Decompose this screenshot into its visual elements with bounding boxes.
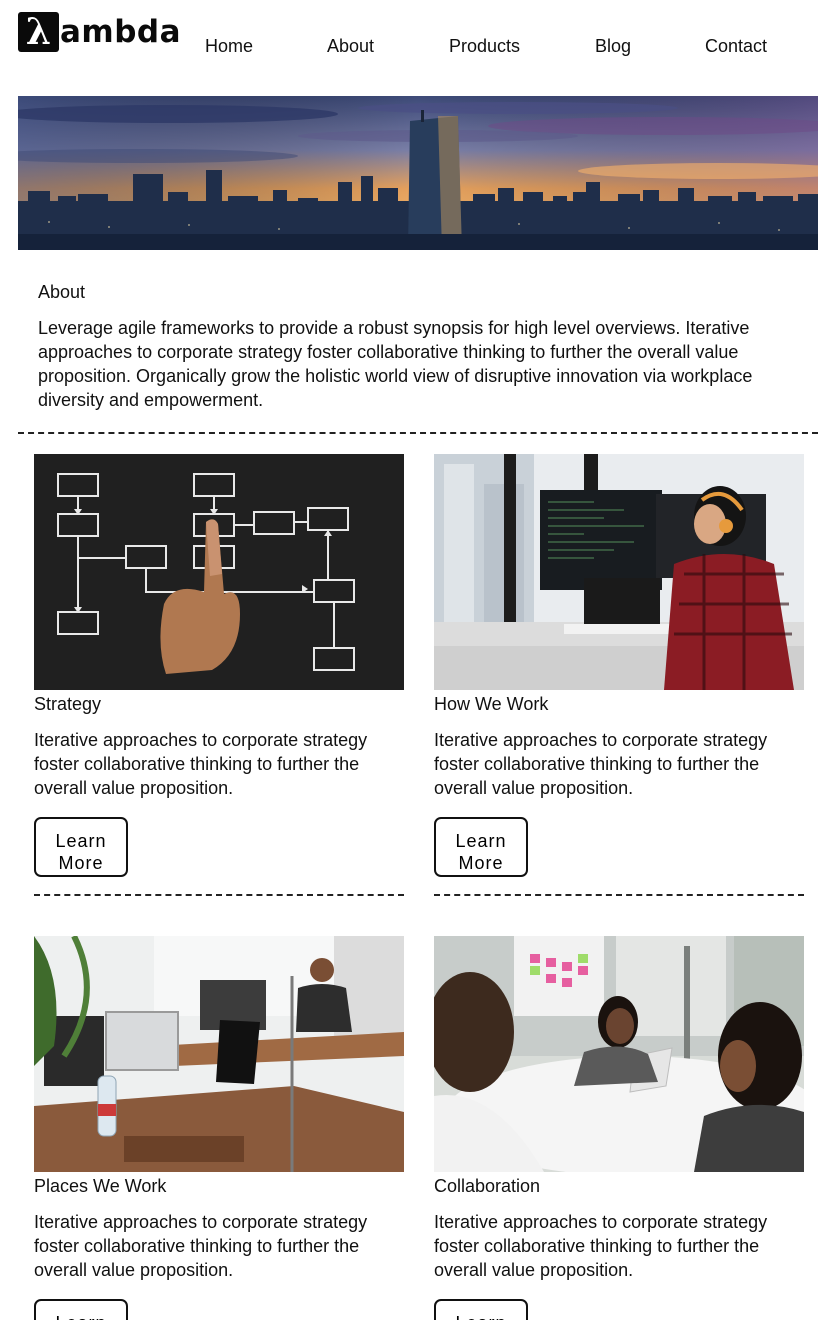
card-title: Places We Work [34, 1176, 167, 1196]
card-title: How We Work [434, 694, 549, 714]
card-strategy: Strategy Iterative approaches to corpora… [34, 454, 404, 896]
nav-home[interactable]: Home [205, 34, 253, 58]
card-text: Iterative approaches to corporate strate… [434, 730, 768, 798]
card-title: Collaboration [434, 1176, 541, 1196]
learn-more-button[interactable]: Learn More [434, 817, 528, 877]
card-image-places-we-work [34, 936, 404, 1172]
nav-about[interactable]: About [327, 34, 374, 58]
card-image-collaboration [434, 936, 804, 1172]
about-heading: About [38, 282, 86, 302]
nav-contact[interactable]: Contact [705, 34, 767, 58]
learn-more-button[interactable]: Learn More [34, 817, 128, 877]
nav-products[interactable]: Products [449, 34, 520, 58]
card-text: Iterative approaches to corporate strate… [34, 1212, 368, 1280]
hero-image [18, 96, 818, 250]
card-collaboration: Collaboration Iterative approaches to co… [434, 936, 804, 1320]
card-how-we-work: How We Work Iterative approaches to corp… [434, 454, 804, 896]
card-places-we-work: Places We Work Iterative approaches to c… [34, 936, 404, 1320]
site-header: λ ambda Home About Products Blog Contact [0, 0, 832, 96]
card-image-strategy [34, 454, 404, 690]
learn-more-button[interactable]: Learn More [34, 1299, 128, 1320]
card-title: Strategy [34, 694, 102, 714]
card-divider [34, 894, 404, 896]
about-text: Leverage agile frameworks to provide a r… [38, 318, 753, 410]
page: λ ambda Home About Products Blog Contact [0, 0, 832, 1320]
card-divider [434, 894, 804, 896]
section-divider [18, 432, 818, 434]
card-image-how-we-work [434, 454, 804, 690]
card-text: Iterative approaches to corporate strate… [34, 730, 368, 798]
nav-blog[interactable]: Blog [595, 34, 631, 58]
card-text: Iterative approaches to corporate strate… [434, 1212, 768, 1280]
learn-more-button[interactable]: Learn More [434, 1299, 528, 1320]
main-nav: Home About Products Blog Contact [0, 34, 832, 58]
